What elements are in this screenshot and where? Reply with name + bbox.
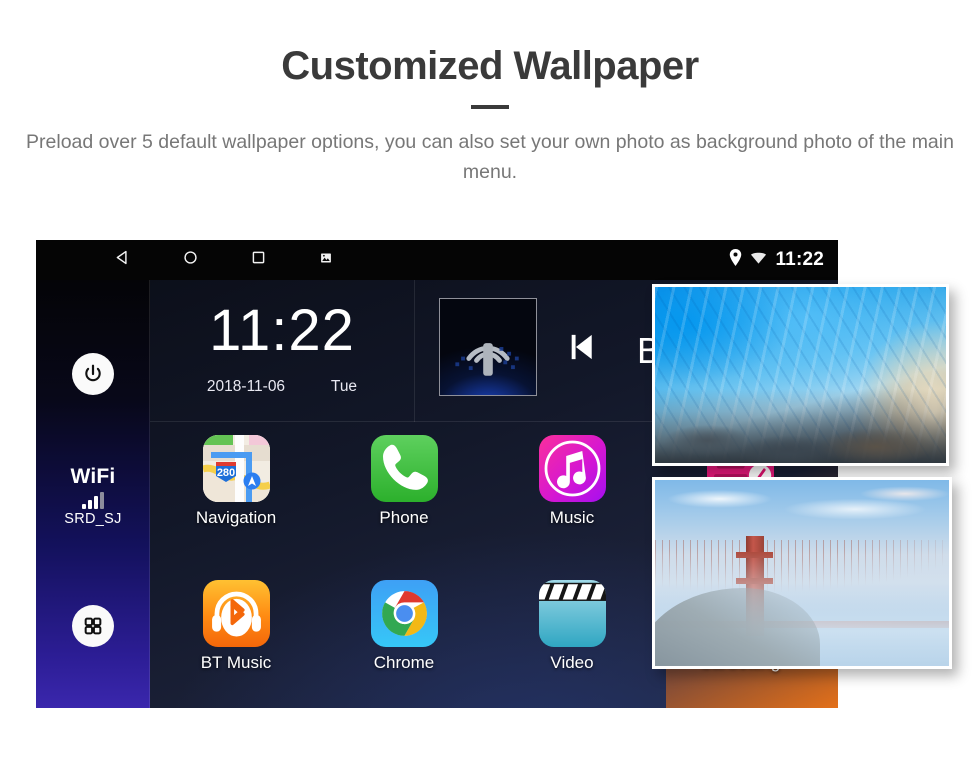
app-label: BT Music [200,653,272,672]
screenshot-icon[interactable] [292,251,360,270]
title-underline-rule [471,105,509,109]
all-apps-button[interactable] [36,605,150,647]
app-label: Navigation [195,508,277,527]
app-phone[interactable]: Phone [318,435,490,528]
phone-handset-icon [370,435,438,502]
clock-widget[interactable]: 11:22 2018-11-06 Tue [150,280,415,422]
app-bt-music[interactable]: BT Music [150,580,322,673]
ice-cave-rocks [655,389,946,463]
app-label: Chrome [373,653,435,672]
wifi-icon [750,251,767,270]
chrome-icon [370,580,438,647]
left-sidebar: WiFi SRD_SJ [36,280,150,708]
power-button[interactable] [36,353,150,395]
ice-cave-wallpaper[interactable] [652,284,949,466]
app-label: Video [550,653,594,672]
status-bar-nav-group [36,249,360,271]
status-bar-indicator-group: 11:22 [729,240,824,280]
home-icon[interactable] [156,249,224,271]
previous-track-button[interactable] [565,330,599,373]
video-clapperboard-icon [538,580,606,647]
golden-gate-bridge-wallpaper[interactable] [652,477,952,669]
wifi-signal-bars-icon [36,492,150,509]
wifi-status-block[interactable]: WiFi SRD_SJ [36,465,150,527]
app-label: Music [549,508,595,527]
location-pin-icon [729,249,742,271]
recents-icon[interactable] [224,249,292,271]
bluetooth-headphones-icon [202,580,270,647]
power-icon [72,353,114,395]
page-subtitle: Preload over 5 default wallpaper options… [26,131,954,184]
android-status-bar: 11:22 [36,240,838,280]
music-note-icon [538,435,606,502]
page-header: Customized Wallpaper Preload over 5 defa… [0,0,980,187]
status-bar-clock: 11:22 [775,249,824,270]
clock-time: 11:22 [209,298,355,363]
app-chrome[interactable]: Chrome [318,580,490,673]
clock-date: 2018-11-06 [206,378,286,395]
app-video[interactable]: Video [486,580,658,673]
apps-grid-icon [72,605,114,647]
navigation-map-icon: 280 [202,435,270,502]
svg-text:280: 280 [216,467,234,479]
app-navigation[interactable]: 280 Navigation [150,435,322,528]
app-label: Phone [379,508,429,527]
back-icon[interactable] [88,249,156,271]
radio-antenna-icon[interactable] [439,298,537,396]
wifi-ssid-label: SRD_SJ [64,511,122,527]
wifi-label: WiFi [70,465,116,488]
page-title: Customized Wallpaper [281,44,699,88]
clock-weekday: Tue [330,378,358,395]
app-music[interactable]: Music [486,435,658,528]
